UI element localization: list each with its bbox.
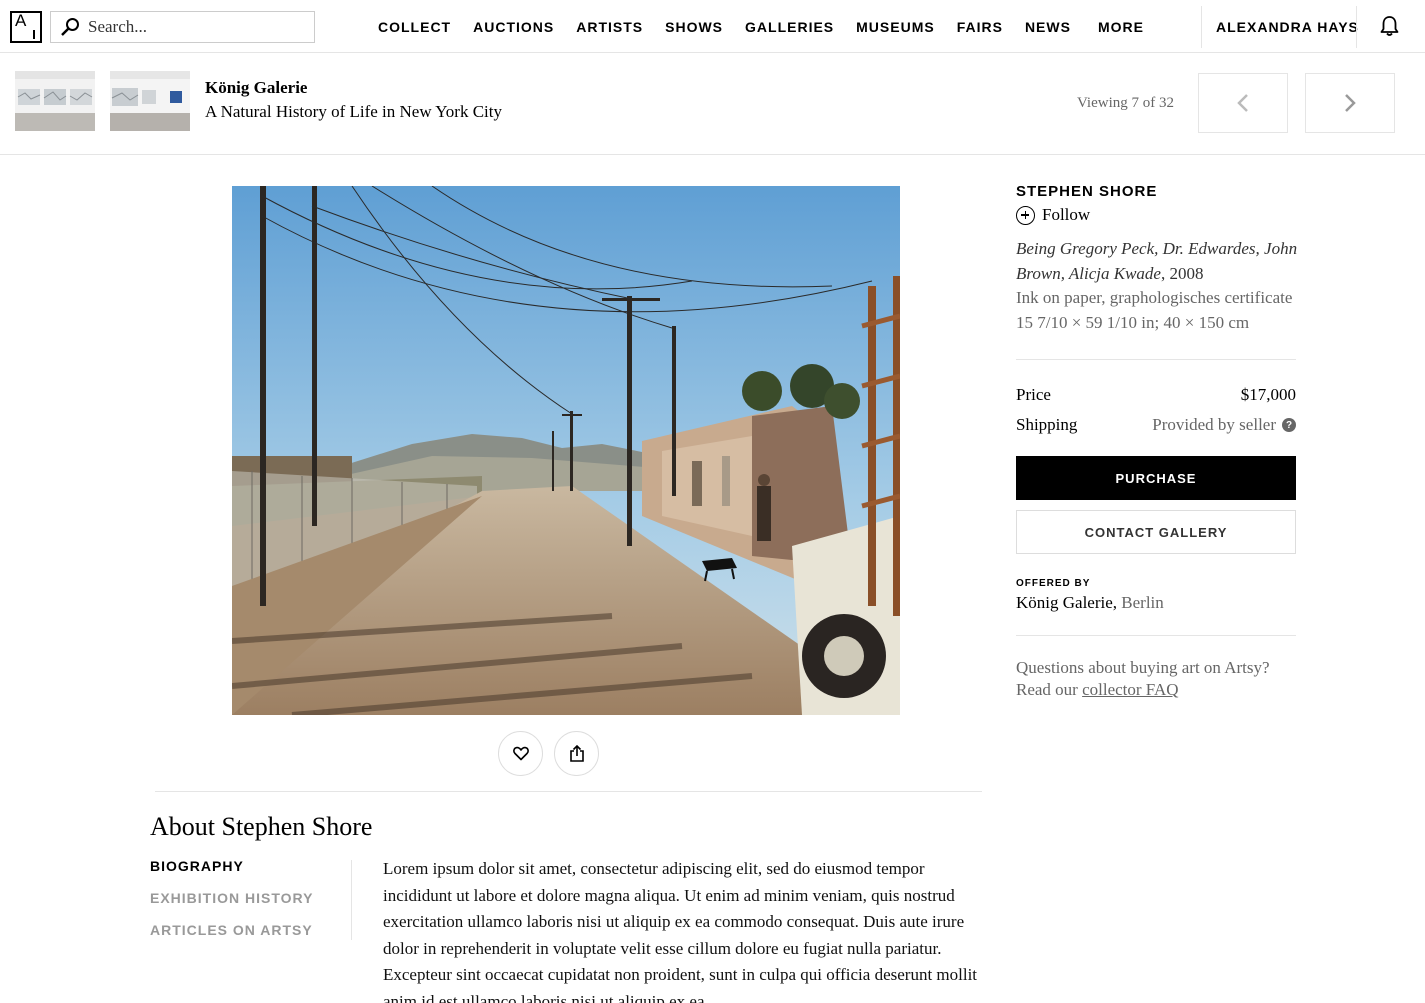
tab-exhibition-history[interactable]: EXHIBITION HISTORY — [150, 890, 313, 922]
tab-biography[interactable]: BIOGRAPHY — [150, 858, 313, 890]
divider — [1016, 635, 1296, 636]
nav-more[interactable]: MORE — [1098, 19, 1144, 35]
show-thumbnail[interactable] — [110, 71, 190, 131]
help-icon[interactable]: ? — [1282, 418, 1296, 432]
nav-divider — [1201, 6, 1202, 48]
share-button[interactable] — [554, 731, 599, 776]
nav-fairs[interactable]: FAIRS — [957, 19, 1003, 35]
plus-circle-icon — [1016, 205, 1035, 225]
divider — [1016, 359, 1296, 360]
main-nav: COLLECT AUCTIONS ARTISTS SHOWS GALLERIES… — [378, 0, 1166, 53]
tab-articles[interactable]: ARTICLES ON ARTSY — [150, 922, 313, 954]
artwork-medium: Ink on paper, graphologisches certificat… — [1016, 288, 1293, 307]
follow-button[interactable]: Follow — [1016, 205, 1090, 225]
faq-read: Read our — [1016, 680, 1083, 699]
nav-auctions[interactable]: AUCTIONS — [473, 19, 554, 35]
heart-icon — [512, 746, 529, 761]
chevron-right-icon — [1345, 94, 1356, 112]
price-value: $17,000 — [1240, 385, 1296, 404]
nav-shows[interactable]: SHOWS — [665, 19, 723, 35]
follow-label: Follow — [1042, 205, 1091, 224]
search-box[interactable] — [50, 11, 315, 43]
about-tabs: BIOGRAPHY EXHIBITION HISTORY ARTICLES ON… — [150, 858, 313, 954]
search-icon — [61, 18, 79, 36]
nav-galleries[interactable]: GALLERIES — [745, 19, 834, 35]
bell-icon[interactable] — [1379, 15, 1400, 37]
nav-museums[interactable]: MUSEUMS — [856, 19, 935, 35]
offered-by: König Galerie, Berlin — [1016, 593, 1164, 613]
about-title: About Stephen Shore — [150, 812, 373, 841]
artwork-dimensions: 15 7/10 × 59 1/10 in; 40 × 150 cm — [1016, 313, 1250, 332]
offered-by-label: OFFERED BY — [1016, 578, 1091, 589]
logo-letter: A — [15, 11, 27, 30]
show-thumbnail[interactable] — [15, 71, 95, 131]
offered-gallery[interactable]: König Galerie, — [1016, 593, 1117, 612]
search-input[interactable] — [88, 17, 298, 37]
show-title[interactable]: A Natural History of Life in New York Ci… — [205, 102, 502, 122]
viewing-counter: Viewing 7 of 32 — [1077, 95, 1175, 111]
biography-text: Lorem ipsum dolor sit amet, consectetur … — [383, 859, 978, 1003]
chevron-left-icon — [1237, 94, 1248, 112]
nav-artists[interactable]: ARTISTS — [576, 19, 643, 35]
artwork-year: , 2008 — [1160, 264, 1204, 283]
price-label: Price — [1016, 385, 1051, 404]
purchase-button[interactable]: PURCHASE — [1016, 456, 1296, 500]
next-button[interactable] — [1305, 73, 1395, 133]
faq-question: Questions about buying art on Artsy? — [1016, 658, 1270, 677]
gallery-install-image — [110, 71, 190, 131]
contact-gallery-button[interactable]: CONTACT GALLERY — [1016, 510, 1296, 554]
shipping-label: Shipping — [1016, 415, 1078, 434]
share-icon — [569, 745, 584, 762]
artsy-logo[interactable]: A — [10, 11, 42, 43]
user-menu[interactable]: ALEXANDRA HAYS — [1216, 19, 1359, 35]
save-button[interactable] — [498, 731, 543, 776]
previous-button[interactable] — [1198, 73, 1288, 133]
shipping-value: Provided by seller — [1152, 415, 1276, 434]
nav-collect[interactable]: COLLECT — [378, 19, 451, 35]
gallery-install-image — [15, 71, 95, 131]
collector-faq-link[interactable]: collector FAQ — [1082, 680, 1178, 699]
faq-note: Questions about buying art on Artsy? Rea… — [1016, 657, 1306, 701]
nav-divider — [1356, 6, 1357, 48]
divider — [351, 860, 352, 940]
nav-news[interactable]: NEWS — [1025, 19, 1071, 35]
divider — [155, 791, 982, 792]
show-gallery-name[interactable]: König Galerie — [205, 78, 307, 98]
artwork-image[interactable] — [232, 186, 900, 715]
artist-name[interactable]: STEPHEN SHORE — [1016, 183, 1157, 200]
offered-city: Berlin — [1121, 593, 1164, 612]
artwork-title: Being Gregory Peck, Dr. Edwardes, John B… — [1016, 236, 1301, 286]
top-nav: A COLLECT AUCTIONS ARTISTS SHOWS GALLERI… — [0, 0, 1425, 53]
artwork-title-text: Being Gregory Peck, Dr. Edwardes, John B… — [1016, 239, 1298, 283]
faq-line: Read our collector FAQ — [1016, 679, 1306, 701]
shipping-info: Provided by seller ? — [1152, 415, 1296, 435]
artwork-photograph — [232, 186, 900, 715]
show-header: König Galerie A Natural History of Life … — [0, 53, 1425, 155]
